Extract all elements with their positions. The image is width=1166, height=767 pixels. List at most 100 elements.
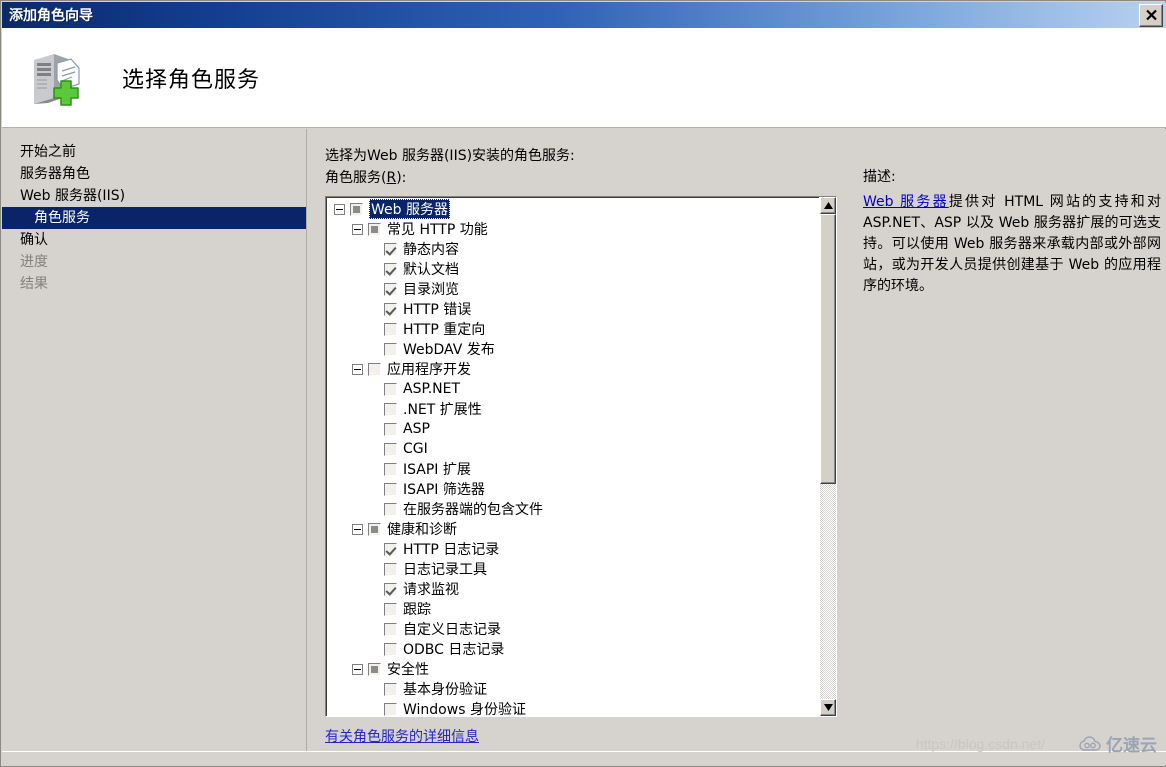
instruction-text: 选择为Web 服务器(IIS)安装的角色服务: — [325, 148, 575, 164]
tree-item[interactable]: 静态内容 — [326, 239, 819, 259]
tree-item-checkbox[interactable] — [384, 542, 397, 556]
tree-expander-spacer — [370, 245, 379, 254]
tree-item[interactable]: Windows 身份验证 — [326, 699, 819, 716]
sidebar-item-web-server-iis[interactable]: Web 服务器(IIS) — [2, 185, 306, 207]
tree-item[interactable]: 在服务器端的包含文件 — [326, 499, 819, 519]
tree-item[interactable]: 常见 HTTP 功能 — [326, 219, 819, 239]
sidebar-item-before-you-begin[interactable]: 开始之前 — [2, 141, 306, 163]
tree-item[interactable]: ASP.NET — [326, 379, 819, 399]
tree-item-checkbox[interactable] — [384, 562, 397, 576]
wizard-steps-sidebar: 开始之前 服务器角色 Web 服务器(IIS) 角色服务 确认 进度 结果 — [2, 129, 307, 753]
scroll-down-icon[interactable] — [820, 699, 836, 716]
more-about-role-services-link[interactable]: 有关角色服务的详细信息 — [325, 726, 479, 746]
tree-item-checkbox[interactable] — [384, 302, 397, 316]
tree-item-checkbox[interactable] — [384, 482, 397, 496]
tree-item-label: WebDAV 发布 — [403, 342, 495, 358]
tree-item[interactable]: ISAPI 筛选器 — [326, 479, 819, 499]
tree-expander-spacer — [370, 465, 379, 474]
tree-item[interactable]: CGI — [326, 439, 819, 459]
expander-minus-icon[interactable] — [352, 223, 363, 235]
tree-item[interactable]: 日志记录工具 — [326, 559, 819, 579]
tree-item-checkbox[interactable] — [368, 662, 381, 676]
tree-item-checkbox[interactable] — [384, 682, 397, 696]
tree-item[interactable]: 应用程序开发 — [326, 359, 819, 379]
tree-item[interactable]: ASP — [326, 419, 819, 439]
tree-item-checkbox[interactable] — [384, 422, 397, 436]
tree-item-checkbox[interactable] — [384, 402, 397, 416]
tree-item[interactable]: HTTP 日志记录 — [326, 539, 819, 559]
tree-item[interactable]: HTTP 重定向 — [326, 319, 819, 339]
tree-item[interactable]: 健康和诊断 — [326, 519, 819, 539]
tree-item-checkbox[interactable] — [384, 382, 397, 396]
role-services-tree-box: Web 服务器 常见 HTTP 功能 静态内容 默认文档 目录浏览 HTTP 错误 HTTP… — [325, 196, 837, 717]
tree-item[interactable]: ODBC 日志记录 — [326, 639, 819, 659]
sidebar-item-server-roles[interactable]: 服务器角色 — [2, 163, 306, 185]
tree-item[interactable]: 请求监视 — [326, 579, 819, 599]
tree-item-checkbox[interactable] — [350, 202, 363, 216]
tree-item-checkbox[interactable] — [384, 242, 397, 256]
tree-item-checkbox[interactable] — [384, 702, 397, 716]
role-services-column: 选择为Web 服务器(IIS)安装的角色服务: 角色服务(R): Web 服务器… — [325, 145, 837, 746]
tree-item[interactable]: HTTP 错误 — [326, 299, 819, 319]
expander-minus-icon[interactable] — [334, 203, 345, 215]
tree-item-label: ASP.NET — [403, 381, 461, 397]
scrollbar-track[interactable] — [820, 214, 836, 699]
tree-item[interactable]: 基本身份验证 — [326, 679, 819, 699]
tree-item-checkbox[interactable] — [384, 342, 397, 356]
tree-expander-spacer — [370, 485, 379, 494]
tree-item-label: ISAPI 筛选器 — [403, 482, 485, 498]
tree-item[interactable]: 安全性 — [326, 659, 819, 679]
sidebar-item-confirmation[interactable]: 确认 — [2, 229, 306, 251]
tree-item[interactable]: 自定义日志记录 — [326, 619, 819, 639]
scroll-up-icon[interactable] — [820, 197, 836, 214]
tree-item[interactable]: Web 服务器 — [326, 199, 819, 219]
tree-expander-spacer — [370, 625, 379, 634]
tree-item[interactable]: 目录浏览 — [326, 279, 819, 299]
tree-item-checkbox[interactable] — [384, 262, 397, 276]
window-title: 添加角色向导 — [9, 7, 93, 23]
tree-expander-spacer — [370, 325, 379, 334]
tree-item-label: 请求监视 — [403, 582, 459, 598]
tree-item-checkbox[interactable] — [384, 622, 397, 636]
tree-item-checkbox[interactable] — [384, 582, 397, 596]
tree-item-checkbox[interactable] — [384, 602, 397, 616]
tree-item[interactable]: ISAPI 扩展 — [326, 459, 819, 479]
scrollbar-thumb[interactable] — [820, 214, 836, 484]
tree-item-label: 基本身份验证 — [403, 682, 487, 698]
sidebar-item-role-services[interactable]: 角色服务 — [2, 207, 306, 229]
tree-expander-spacer — [370, 385, 379, 394]
tree-item-checkbox[interactable] — [368, 522, 381, 536]
tree-item[interactable]: 跟踪 — [326, 599, 819, 619]
tree-item-checkbox[interactable] — [384, 282, 397, 296]
tree-item-checkbox[interactable] — [384, 322, 397, 336]
tree-expander-spacer — [370, 405, 379, 414]
tree-item-label: 静态内容 — [403, 242, 459, 258]
tree-item-label: 目录浏览 — [403, 282, 459, 298]
close-icon[interactable] — [1139, 4, 1163, 27]
tree-item-checkbox[interactable] — [384, 502, 397, 516]
tree-item[interactable]: WebDAV 发布 — [326, 339, 819, 359]
tree-item-label: 默认文档 — [403, 262, 459, 278]
role-services-label-accesskey: R — [386, 170, 397, 186]
tree-item-checkbox[interactable] — [368, 362, 381, 376]
expander-minus-icon[interactable] — [352, 363, 363, 375]
tree-item[interactable]: 默认文档 — [326, 259, 819, 279]
description-role-link[interactable]: Web 服务器 — [863, 194, 949, 210]
tree-item-checkbox[interactable] — [384, 642, 397, 656]
tree-item-label: 健康和诊断 — [387, 522, 457, 538]
expander-minus-icon[interactable] — [352, 663, 363, 675]
tree-expander-spacer — [370, 445, 379, 454]
expander-minus-icon[interactable] — [352, 523, 363, 535]
tree-item[interactable]: .NET 扩展性 — [326, 399, 819, 419]
tree-expander-spacer — [370, 585, 379, 594]
tree-item-checkbox[interactable] — [368, 222, 381, 236]
page-header: 选择角色服务 — [2, 28, 1166, 128]
tree-item-label: 在服务器端的包含文件 — [403, 502, 543, 518]
tree-vertical-scrollbar[interactable] — [819, 197, 836, 716]
tree-expander-spacer — [370, 285, 379, 294]
tree-item-label: 安全性 — [387, 662, 429, 678]
role-services-tree[interactable]: Web 服务器 常见 HTTP 功能 静态内容 默认文档 目录浏览 HTTP 错误 HTTP… — [326, 197, 819, 716]
tree-item-label: HTTP 错误 — [403, 302, 472, 318]
tree-item-checkbox[interactable] — [384, 462, 397, 476]
tree-item-checkbox[interactable] — [384, 442, 397, 456]
